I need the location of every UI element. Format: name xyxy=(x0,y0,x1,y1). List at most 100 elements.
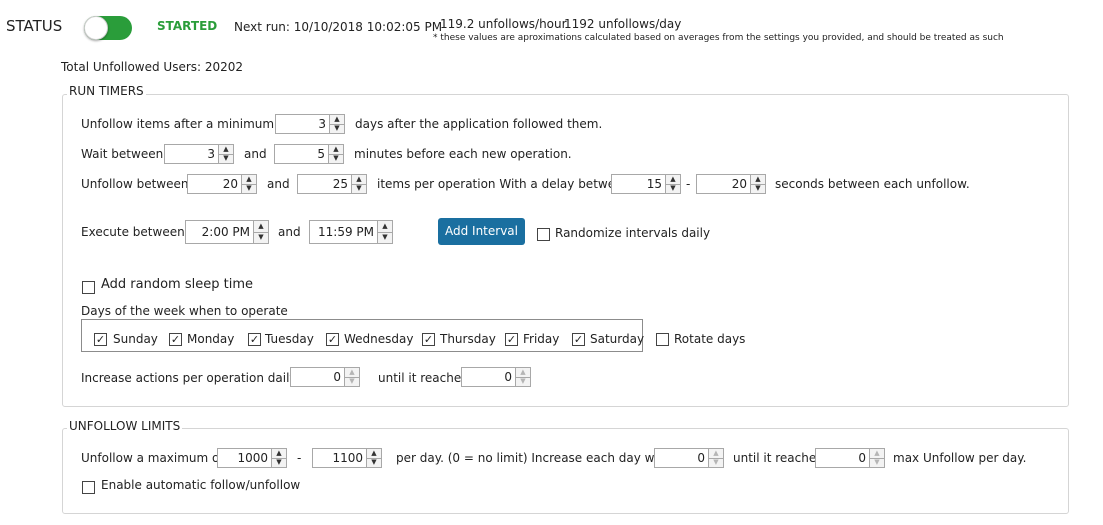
caret-down-icon[interactable]: ▼ xyxy=(254,233,268,244)
caret-up-icon[interactable]: ▲ xyxy=(352,175,366,185)
day-checkbox-sunday[interactable]: ✓ xyxy=(94,333,107,346)
caret-down-icon[interactable]: ▼ xyxy=(219,155,233,164)
max-from-spinner[interactable]: 1000 ▲ ▼ xyxy=(217,448,287,468)
days-title: Days of the week when to operate xyxy=(81,304,288,318)
increase-spinner[interactable]: 0 ▲ ▼ xyxy=(290,367,360,387)
wait-to-value[interactable]: 5 xyxy=(274,144,329,164)
execute-to-spinner[interactable]: 11:59 PM ▲ ▼ xyxy=(309,220,393,244)
next-run-text: Next run: 10/10/2018 10:02:05 PM xyxy=(234,20,443,34)
day-label-thursday: Thursday xyxy=(440,332,496,346)
wait-suffix: minutes before each new operation. xyxy=(354,147,572,161)
delay-from-spinner[interactable]: 15 ▲ ▼ xyxy=(611,174,681,194)
caret-up-icon[interactable]: ▲ xyxy=(329,145,343,155)
caret-down-icon[interactable]: ▼ xyxy=(272,459,286,468)
items-from-spinner[interactable]: 20 ▲ ▼ xyxy=(187,174,257,194)
increase-value[interactable]: 0 xyxy=(290,367,345,387)
items-suffix: items per operation With a delay between xyxy=(377,177,631,191)
day-checkbox-thursday[interactable]: ✓ xyxy=(422,333,435,346)
max-to-spinner[interactable]: 1100 ▲ ▼ xyxy=(312,448,382,468)
caret-up-icon[interactable]: ▲ xyxy=(751,175,765,185)
caret-down-icon[interactable]: ▼ xyxy=(516,378,530,387)
check-mark-icon: ✓ xyxy=(506,333,517,346)
check-mark-icon: ✓ xyxy=(423,333,434,346)
max-from-value[interactable]: 1000 xyxy=(217,448,272,468)
auto-follow-checkbox[interactable] xyxy=(82,481,95,494)
delay-from-value[interactable]: 15 xyxy=(611,174,666,194)
day-checkbox-tuesday[interactable]: ✓ xyxy=(248,333,261,346)
day-checkbox-saturday[interactable]: ✓ xyxy=(572,333,585,346)
status-toggle[interactable] xyxy=(84,16,132,40)
wait-from-spinner[interactable]: 3 ▲ ▼ xyxy=(164,144,234,164)
random-sleep-label: Add random sleep time xyxy=(101,277,253,292)
max-dash: - xyxy=(297,451,302,465)
random-sleep-checkbox[interactable] xyxy=(82,281,95,294)
unfollows-per-hour: 119.2 unfollows/hour xyxy=(440,17,567,31)
and-label: and xyxy=(267,177,290,191)
caret-down-icon[interactable]: ▼ xyxy=(751,185,765,194)
day-label-friday: Friday xyxy=(523,332,560,346)
items-to-spinner[interactable]: 25 ▲ ▼ xyxy=(297,174,367,194)
check-mark-icon: ✓ xyxy=(249,333,260,346)
until-label: until it reaches xyxy=(378,371,468,385)
caret-up-icon[interactable]: ▲ xyxy=(516,368,530,378)
run-timers-title: RUN TIMERS xyxy=(67,83,146,99)
delay-to-value[interactable]: 20 xyxy=(696,174,751,194)
wait-to-spinner[interactable]: 5 ▲ ▼ xyxy=(274,144,344,164)
delay-to-spinner[interactable]: 20 ▲ ▼ xyxy=(696,174,766,194)
execute-from-spinner[interactable]: 2:00 PM ▲ ▼ xyxy=(185,220,269,244)
items-from-value[interactable]: 20 xyxy=(187,174,242,194)
randomize-label: Randomize intervals daily xyxy=(555,226,711,240)
caret-down-icon[interactable]: ▼ xyxy=(709,459,723,468)
until-value[interactable]: 0 xyxy=(461,367,516,387)
caret-up-icon[interactable]: ▲ xyxy=(709,449,723,459)
day-checkbox-monday[interactable]: ✓ xyxy=(169,333,182,346)
caret-down-icon[interactable]: ▼ xyxy=(378,233,392,244)
caret-down-icon[interactable]: ▼ xyxy=(329,155,343,164)
limit-until-label: until it reaches xyxy=(733,451,823,465)
add-interval-button[interactable]: Add Interval xyxy=(438,218,525,245)
caret-up-icon[interactable]: ▲ xyxy=(254,221,268,233)
until-spinner[interactable]: 0 ▲ ▼ xyxy=(461,367,531,387)
caret-down-icon[interactable]: ▼ xyxy=(330,125,344,134)
per-day-text: per day. (0 = no limit) Increase each da… xyxy=(396,451,671,465)
min-days-label: Unfollow items after a minimum of xyxy=(81,117,290,131)
day-label-saturday: Saturday xyxy=(590,332,645,346)
check-mark-icon: ✓ xyxy=(573,333,584,346)
execute-label: Execute between xyxy=(81,225,185,239)
limit-until-value[interactable]: 0 xyxy=(815,448,870,468)
caret-up-icon[interactable]: ▲ xyxy=(219,145,233,155)
limit-until-spinner[interactable]: 0 ▲ ▼ xyxy=(815,448,885,468)
day-checkbox-friday[interactable]: ✓ xyxy=(505,333,518,346)
caret-up-icon[interactable]: ▲ xyxy=(870,449,884,459)
items-to-value[interactable]: 25 xyxy=(297,174,352,194)
rotate-days-checkbox[interactable] xyxy=(656,333,669,346)
caret-down-icon[interactable]: ▼ xyxy=(352,185,366,194)
caret-down-icon[interactable]: ▼ xyxy=(367,459,381,468)
execute-from-value[interactable]: 2:00 PM xyxy=(185,220,254,244)
caret-up-icon[interactable]: ▲ xyxy=(242,175,256,185)
caret-up-icon[interactable]: ▲ xyxy=(378,221,392,233)
day-label-wednesday: Wednesday xyxy=(344,332,414,346)
min-days-value[interactable]: 3 xyxy=(275,114,330,134)
limit-increase-spinner[interactable]: 0 ▲ ▼ xyxy=(654,448,724,468)
caret-up-icon[interactable]: ▲ xyxy=(367,449,381,459)
caret-up-icon[interactable]: ▲ xyxy=(666,175,680,185)
execute-to-value[interactable]: 11:59 PM xyxy=(309,220,378,244)
caret-down-icon[interactable]: ▼ xyxy=(345,378,359,387)
caret-up-icon[interactable]: ▲ xyxy=(330,115,344,125)
randomize-checkbox[interactable] xyxy=(537,228,550,241)
caret-down-icon[interactable]: ▼ xyxy=(666,185,680,194)
limit-increase-value[interactable]: 0 xyxy=(654,448,709,468)
max-to-value[interactable]: 1100 xyxy=(312,448,367,468)
wait-from-value[interactable]: 3 xyxy=(164,144,219,164)
caret-down-icon[interactable]: ▼ xyxy=(870,459,884,468)
check-mark-icon: ✓ xyxy=(95,333,106,346)
status-label: STATUS xyxy=(6,17,63,35)
min-days-spinner[interactable]: 3 ▲ ▼ xyxy=(275,114,345,134)
caret-up-icon[interactable]: ▲ xyxy=(345,368,359,378)
check-mark-icon: ✓ xyxy=(170,333,181,346)
day-checkbox-wednesday[interactable]: ✓ xyxy=(326,333,339,346)
caret-down-icon[interactable]: ▼ xyxy=(242,185,256,194)
caret-up-icon[interactable]: ▲ xyxy=(272,449,286,459)
delay-dash: - xyxy=(686,177,691,191)
